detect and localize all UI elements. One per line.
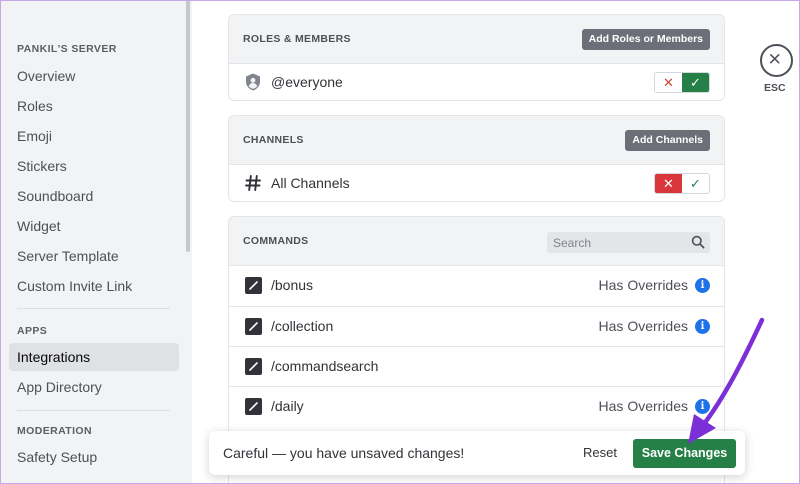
- sidebar-scrollbar[interactable]: [186, 0, 190, 252]
- sidebar-item-server-template[interactable]: Server Template: [9, 242, 179, 270]
- save-changes-button[interactable]: Save Changes: [633, 439, 736, 468]
- sidebar-item-stickers[interactable]: Stickers: [9, 152, 179, 180]
- add-channels-button[interactable]: Add Channels: [625, 130, 710, 151]
- deny-button[interactable]: ✕: [655, 73, 682, 92]
- search-icon: [691, 235, 705, 249]
- close-icon: [769, 53, 780, 64]
- esc-label: ESC: [764, 82, 786, 94]
- command-row[interactable]: /collection Has Overrides i: [229, 306, 724, 346]
- command-name: /collection: [271, 318, 334, 334]
- sidebar-header-server: PANKIL'S SERVER: [17, 43, 117, 55]
- slash-command-icon: [245, 358, 262, 375]
- command-name: /bonus: [271, 277, 314, 293]
- sidebar-item-safety-setup[interactable]: Safety Setup: [9, 443, 179, 471]
- roles-members-header: ROLES & MEMBERS Add Roles or Members: [229, 15, 724, 64]
- permission-toggle: ✕ ✓: [654, 72, 710, 93]
- close-settings-button[interactable]: [760, 44, 793, 77]
- channel-name: All Channels: [271, 175, 350, 191]
- command-name: /daily: [271, 398, 304, 414]
- sidebar-divider: [17, 308, 170, 309]
- info-icon[interactable]: i: [695, 278, 710, 293]
- sidebar-item-overview[interactable]: Overview: [9, 62, 179, 90]
- settings-sidebar: PANKIL'S SERVER Overview Roles Emoji Sti…: [0, 0, 192, 484]
- info-icon[interactable]: i: [695, 399, 710, 414]
- channel-row-all: All Channels ✕ ✓: [229, 165, 724, 201]
- allow-button[interactable]: ✓: [682, 73, 709, 92]
- sidebar-divider: [17, 410, 170, 411]
- command-row[interactable]: /commandsearch: [229, 346, 724, 386]
- command-row[interactable]: /bonus Has Overrides i: [229, 266, 724, 306]
- slash-command-icon: [245, 277, 262, 294]
- shield-user-icon: [246, 73, 260, 91]
- sidebar-item-widget[interactable]: Widget: [9, 212, 179, 240]
- channels-title: CHANNELS: [243, 134, 304, 146]
- sidebar-item-soundboard[interactable]: Soundboard: [9, 182, 179, 210]
- unsaved-changes-message: Careful — you have unsaved changes!: [223, 445, 465, 461]
- overrides-label: Has Overrides: [598, 318, 688, 334]
- sidebar-header-apps: APPS: [17, 325, 48, 337]
- command-name: /commandsearch: [271, 358, 379, 374]
- slash-command-icon: [245, 318, 262, 335]
- overrides-label: Has Overrides: [598, 277, 688, 293]
- add-roles-members-button[interactable]: Add Roles or Members: [581, 29, 710, 50]
- roles-members-title: ROLES & MEMBERS: [243, 33, 351, 45]
- command-search-input[interactable]: [547, 232, 682, 253]
- command-search: [547, 232, 710, 253]
- reset-button[interactable]: Reset: [583, 431, 617, 475]
- unsaved-changes-bar: Careful — you have unsaved changes! Rese…: [209, 431, 745, 475]
- role-row-everyone: @everyone ✕ ✓: [229, 64, 724, 100]
- sidebar-header-moderation: MODERATION: [17, 425, 92, 437]
- deny-button[interactable]: ✕: [655, 174, 682, 193]
- role-name: @everyone: [271, 74, 343, 90]
- slash-command-icon: [245, 398, 262, 415]
- sidebar-item-integrations[interactable]: Integrations: [9, 343, 179, 371]
- channels-header: CHANNELS Add Channels: [229, 116, 724, 165]
- sidebar-item-custom-invite-link[interactable]: Custom Invite Link: [9, 272, 179, 300]
- allow-button[interactable]: ✓: [682, 174, 709, 193]
- sidebar-item-emoji[interactable]: Emoji: [9, 122, 179, 150]
- permission-toggle: ✕ ✓: [654, 173, 710, 194]
- command-row[interactable]: /daily Has Overrides i: [229, 386, 724, 426]
- info-icon[interactable]: i: [695, 319, 710, 334]
- roles-members-card: ROLES & MEMBERS Add Roles or Members @ev…: [228, 14, 725, 101]
- channels-card: CHANNELS Add Channels All Channels ✕ ✓: [228, 115, 725, 202]
- commands-title: COMMANDS: [243, 235, 309, 247]
- commands-header: COMMANDS: [229, 217, 724, 266]
- overrides-label: Has Overrides: [598, 398, 688, 414]
- sidebar-item-roles[interactable]: Roles: [9, 92, 179, 120]
- hash-icon: [245, 175, 261, 191]
- sidebar-item-app-directory[interactable]: App Directory: [9, 373, 179, 401]
